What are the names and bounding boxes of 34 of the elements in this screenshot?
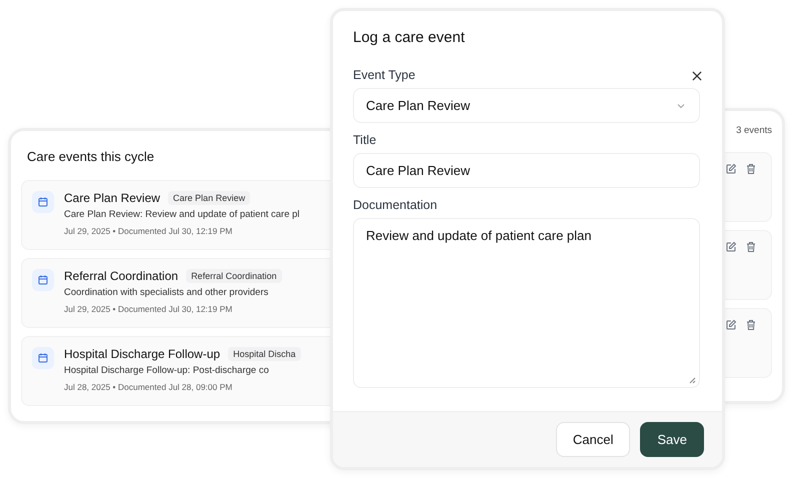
event-type-select[interactable]: Care Plan Review	[353, 88, 700, 123]
resize-grip-icon[interactable]	[688, 376, 696, 384]
calendar-icon	[37, 274, 49, 286]
dialog-title: Log a care event	[353, 29, 466, 46]
event-count: 3 events	[735, 125, 772, 136]
field-label: Documentation	[353, 198, 438, 212]
calendar-icon	[37, 196, 49, 208]
event-tag: Referral Coordination	[186, 269, 282, 283]
card-title: Care events this cycle	[27, 149, 156, 164]
close-icon[interactable]	[690, 69, 704, 83]
field-label: Title	[353, 133, 376, 147]
event-title: Hospital Discharge Follow-up	[64, 347, 220, 361]
title-input[interactable]: Care Plan Review	[353, 153, 700, 188]
event-tag: Care Plan Review	[168, 191, 250, 205]
delete-icon[interactable]	[745, 241, 757, 253]
event-meta: Jul 28, 2025 • Documented Jul 28, 09:00 PM	[64, 382, 234, 392]
event-description: Care Plan Review: Review and update of patient care pl	[64, 209, 300, 220]
event-meta: Jul 29, 2025 • Documented Jul 30, 12:19 PM	[64, 226, 234, 236]
edit-icon[interactable]	[725, 241, 737, 253]
event-tag: Hospital Discha	[228, 347, 301, 361]
field-label: Event Type	[353, 68, 416, 82]
event-title: Referral Coordination	[64, 269, 178, 283]
delete-icon[interactable]	[745, 319, 757, 331]
edit-icon[interactable]	[725, 319, 737, 331]
event-title: Care Plan Review	[64, 191, 160, 205]
calendar-icon	[37, 352, 49, 364]
event-meta: Jul 29, 2025 • Documented Jul 30, 12:19 PM	[64, 304, 234, 314]
documentation-textarea[interactable]: Review and update of patient care plan	[353, 218, 700, 388]
save-button[interactable]: Save	[640, 422, 704, 457]
event-description: Hospital Discharge Follow-up: Post-discharge co	[64, 365, 270, 376]
event-description: Coordination with specialists and other providers	[64, 287, 270, 298]
edit-icon[interactable]	[725, 163, 737, 175]
cancel-button[interactable]: Cancel	[556, 422, 630, 457]
delete-icon[interactable]	[745, 163, 757, 175]
